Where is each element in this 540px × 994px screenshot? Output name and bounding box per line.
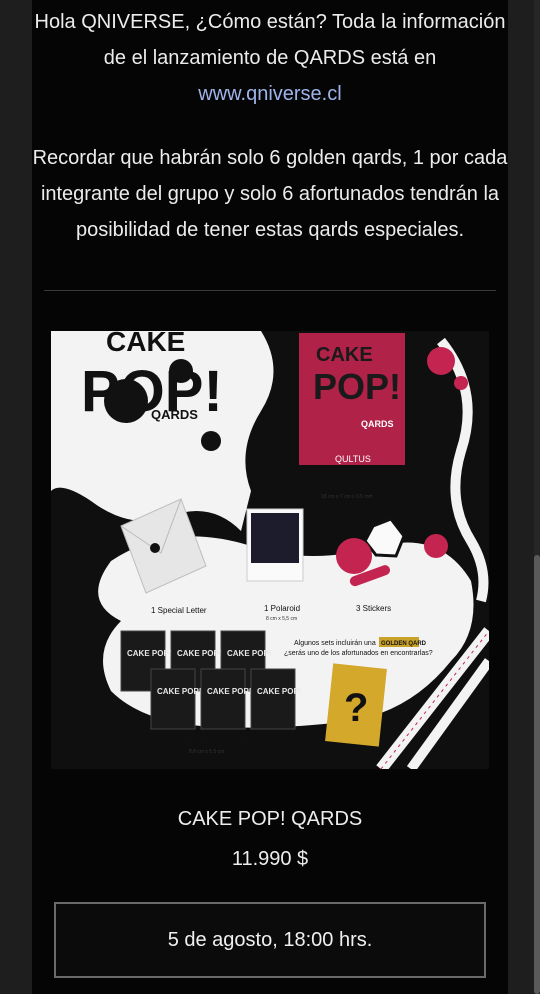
- guestbook-size: 18 cm x 7 cm x 0,5 mm: [321, 494, 373, 500]
- letter-label: 1 Special Letter: [151, 606, 207, 615]
- guestbook-cake: CAKE: [316, 344, 373, 366]
- logo-cake: CAKE: [106, 331, 185, 357]
- photocard-6-text: CAKE POP!: [257, 687, 301, 696]
- promo-image[interactable]: CAKE POP! QARDS CAKE POP! QARDS QULTUS G…: [51, 331, 489, 769]
- polaroid-photo: [251, 513, 299, 563]
- logo-qards: QARDS: [151, 407, 198, 422]
- golden-text-2: ¿serás uno de los afortunados en encontr…: [284, 650, 433, 657]
- photocard-4-text: CAKE POP!: [157, 687, 201, 696]
- release-date-button[interactable]: 5 de agosto, 18:00 hrs.: [54, 902, 486, 978]
- photocard-3-text: CAKE POP!: [227, 649, 271, 658]
- release-date-label: 5 de agosto, 18:00 hrs.: [167, 928, 373, 951]
- golden-text-1: Algunos sets incluirán una: [294, 640, 376, 647]
- email-body: Hola QNIVERSE, ¿Cómo están? Toda la info…: [32, 0, 508, 994]
- photocard-2-text: CAKE POP!: [177, 649, 221, 658]
- ink-blot-3: [201, 431, 221, 451]
- intro-text: Hola QNIVERSE, ¿Cómo están? Toda la info…: [34, 11, 506, 69]
- magenta-splash-3: [424, 534, 448, 558]
- photocard-1-text: CAKE POP!: [127, 649, 171, 658]
- guestbook-label: Guestbook: [326, 482, 366, 491]
- polaroid-size: 8 cm x 5,5 cm: [266, 616, 297, 622]
- divider: [44, 290, 496, 291]
- intro-paragraph: Hola QNIVERSE, ¿Cómo están? Toda la info…: [32, 4, 508, 112]
- product-name: CAKE POP! QARDS: [177, 808, 363, 830]
- photocards-size: 8,8 cm x 5,5 cm: [189, 749, 224, 755]
- scrollbar-thumb[interactable]: [534, 555, 540, 994]
- magenta-splash-1: [427, 347, 455, 375]
- photocard-5-text: CAKE POP!: [207, 687, 251, 696]
- golden-badge: GOLDEN QARD: [381, 641, 427, 647]
- magenta-splash-2: [454, 376, 468, 390]
- guestbook-qards: QARDS: [361, 419, 394, 429]
- left-gutter: [0, 0, 32, 994]
- scrollbar[interactable]: [534, 0, 540, 994]
- product-price: 11.990 $: [231, 848, 309, 870]
- sticker-circle: [336, 538, 372, 574]
- polaroid-label: 1 Polaroid: [264, 604, 300, 613]
- website-link[interactable]: www.qniverse.cl: [198, 83, 341, 105]
- guestbook-brand: QULTUS: [335, 454, 371, 464]
- photocards-label: 2 Photocards al azar: [179, 737, 253, 746]
- stickers-label: 3 Stickers: [356, 604, 391, 613]
- guestbook-pop: POP!: [313, 366, 401, 407]
- envelope-seal: [150, 543, 160, 553]
- golden-qards-paragraph: Recordar que habrán solo 6 golden qards,…: [32, 147, 508, 241]
- golden-card-mark: ?: [344, 686, 368, 730]
